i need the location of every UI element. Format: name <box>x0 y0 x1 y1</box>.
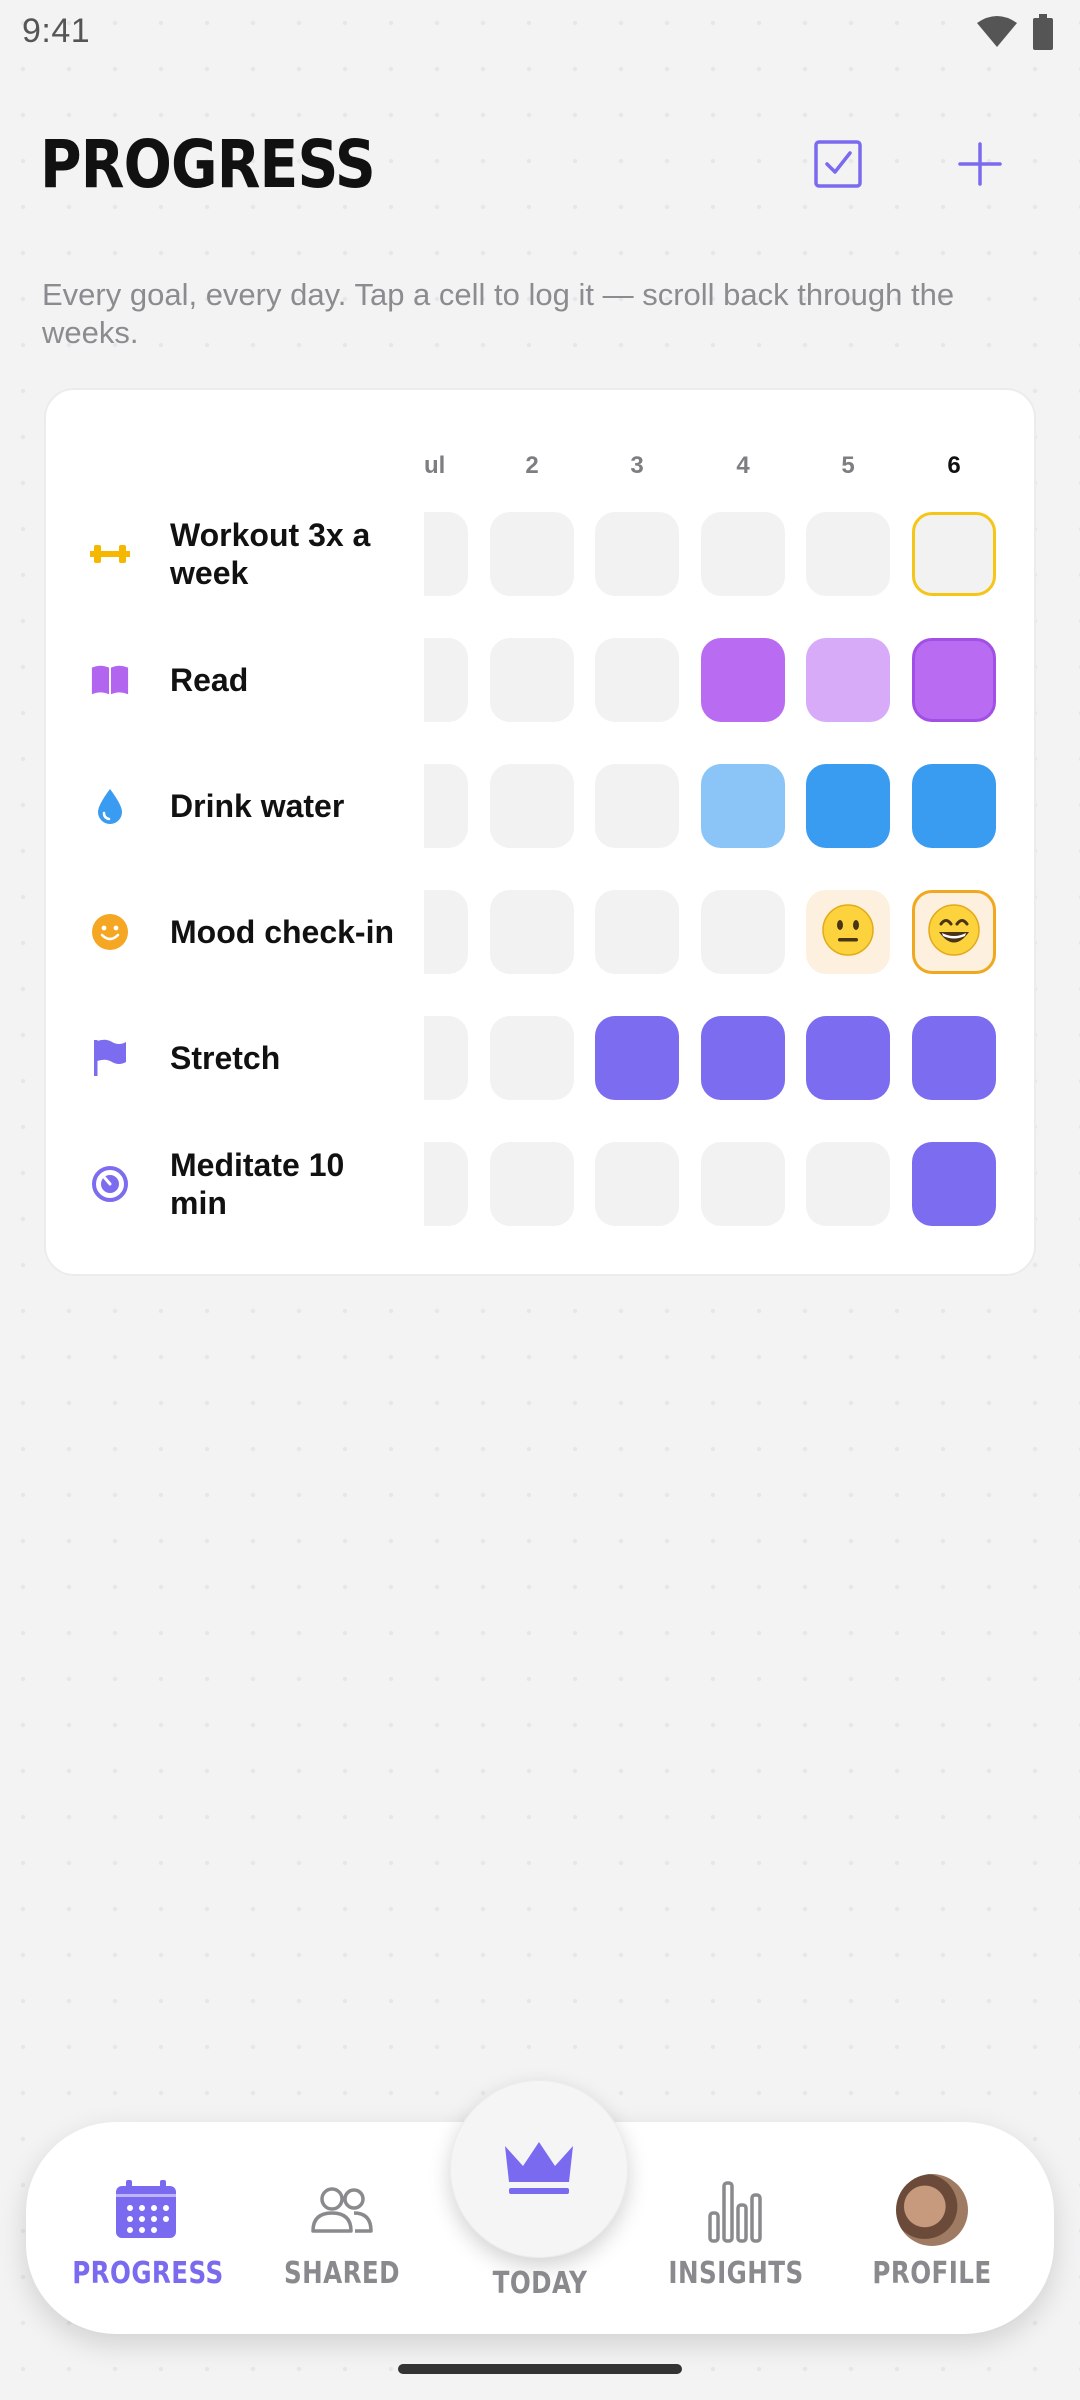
page-title: PROGRESS <box>40 126 376 203</box>
wifi-icon <box>976 15 1018 54</box>
calendar-icon <box>110 2174 182 2246</box>
checkbox-icon <box>813 139 863 194</box>
day-cell[interactable] <box>701 1142 785 1226</box>
day-cell[interactable] <box>806 638 890 722</box>
day-cell[interactable] <box>806 1142 890 1226</box>
day-cell[interactable] <box>595 1142 679 1226</box>
book-icon <box>90 660 130 700</box>
today-button[interactable] <box>450 2080 628 2258</box>
bar-chart-icon <box>700 2174 772 2246</box>
status-bar: 9:41 <box>0 0 1080 64</box>
day-cell[interactable] <box>424 890 468 974</box>
home-indicator <box>398 2364 682 2374</box>
day-cell[interactable] <box>490 764 574 848</box>
day-cell[interactable] <box>595 638 679 722</box>
goal-row-workout: Workout 3x a week <box>46 512 1038 596</box>
smiley-icon <box>90 912 130 952</box>
goal-label: Meditate 10 min <box>170 1147 345 1221</box>
nav-label-today: TODAY <box>492 2266 588 2301</box>
nav-profile[interactable]: PROFILE <box>842 2122 1022 2334</box>
goal-label: Stretch <box>170 1040 281 1076</box>
avatar <box>896 2174 968 2246</box>
add-goal-button[interactable] <box>944 130 1016 202</box>
nav-shared[interactable]: SHARED <box>252 2122 432 2334</box>
day-cell-today[interactable] <box>912 764 996 848</box>
day-cell[interactable] <box>424 764 468 848</box>
day-cell[interactable] <box>490 638 574 722</box>
goal-row-mood-check-in: Mood check-in <box>46 890 1038 974</box>
flag-icon <box>90 1038 130 1078</box>
day-cell-today[interactable] <box>912 890 996 974</box>
day-cell[interactable] <box>424 638 468 722</box>
day-cell-today[interactable] <box>912 1142 996 1226</box>
day-cell[interactable] <box>806 890 890 974</box>
day-cell[interactable] <box>490 512 574 596</box>
day-header: 4 <box>736 452 750 479</box>
goal-row-read: Read <box>46 638 1038 722</box>
day-cell[interactable] <box>595 890 679 974</box>
goal-row-stretch: Stretch <box>46 1016 1038 1100</box>
day-header: 5 <box>841 452 855 479</box>
nav-label: PROFILE <box>872 2256 992 2291</box>
people-icon <box>306 2174 378 2246</box>
day-cell[interactable] <box>701 512 785 596</box>
day-cell[interactable] <box>701 764 785 848</box>
plus-icon <box>958 141 1002 191</box>
day-cell[interactable] <box>424 1016 468 1100</box>
neutral-face-icon <box>821 903 875 962</box>
goal-label: Workout 3x a week <box>170 517 371 591</box>
day-cell-today[interactable] <box>912 512 996 596</box>
day-cell[interactable] <box>701 890 785 974</box>
day-cell[interactable] <box>806 764 890 848</box>
day-cell[interactable] <box>595 512 679 596</box>
goal-label: Drink water <box>170 788 345 824</box>
day-cell[interactable] <box>806 1016 890 1100</box>
day-cell[interactable] <box>490 1016 574 1100</box>
day-cell[interactable] <box>490 890 574 974</box>
timer-icon <box>90 1164 130 1204</box>
day-header: ul <box>424 452 446 479</box>
nav-progress[interactable]: PROGRESS <box>56 2122 236 2334</box>
battery-icon <box>1032 14 1054 55</box>
nav-label: PROGRESS <box>72 2256 224 2291</box>
day-header-today: 6 <box>947 452 961 479</box>
day-cell[interactable] <box>701 638 785 722</box>
goal-label: Read <box>170 662 249 698</box>
day-header: 3 <box>630 452 644 479</box>
day-cell[interactable] <box>424 512 468 596</box>
page-subtitle: Every goal, every day. Tap a cell to log… <box>42 277 955 350</box>
water-drop-icon <box>90 786 130 826</box>
dumbbell-icon <box>90 534 130 574</box>
goal-grid-card: ul 2 3 4 5 6 Workout 3x a week Read Drin… <box>44 388 1036 1276</box>
grin-face-icon <box>927 903 981 962</box>
crown-icon <box>501 2136 577 2203</box>
status-time: 9:41 <box>22 12 91 50</box>
day-cell-today[interactable] <box>912 638 996 722</box>
nav-insights[interactable]: INSIGHTS <box>646 2122 826 2334</box>
day-cell[interactable] <box>424 1142 468 1226</box>
day-cell[interactable] <box>701 1016 785 1100</box>
goal-label: Mood check-in <box>170 914 395 950</box>
day-cell[interactable] <box>595 1016 679 1100</box>
day-cell[interactable] <box>806 512 890 596</box>
goal-row-meditate: Meditate 10 min <box>46 1142 1038 1226</box>
nav-label: SHARED <box>284 2256 400 2291</box>
day-cell-today[interactable] <box>912 1016 996 1100</box>
day-cell[interactable] <box>490 1142 574 1226</box>
day-header: 2 <box>525 452 539 479</box>
nav-label: INSIGHTS <box>668 2256 804 2291</box>
check-button[interactable] <box>802 130 874 202</box>
goal-row-drink-water: Drink water <box>46 764 1038 848</box>
day-cell[interactable] <box>595 764 679 848</box>
